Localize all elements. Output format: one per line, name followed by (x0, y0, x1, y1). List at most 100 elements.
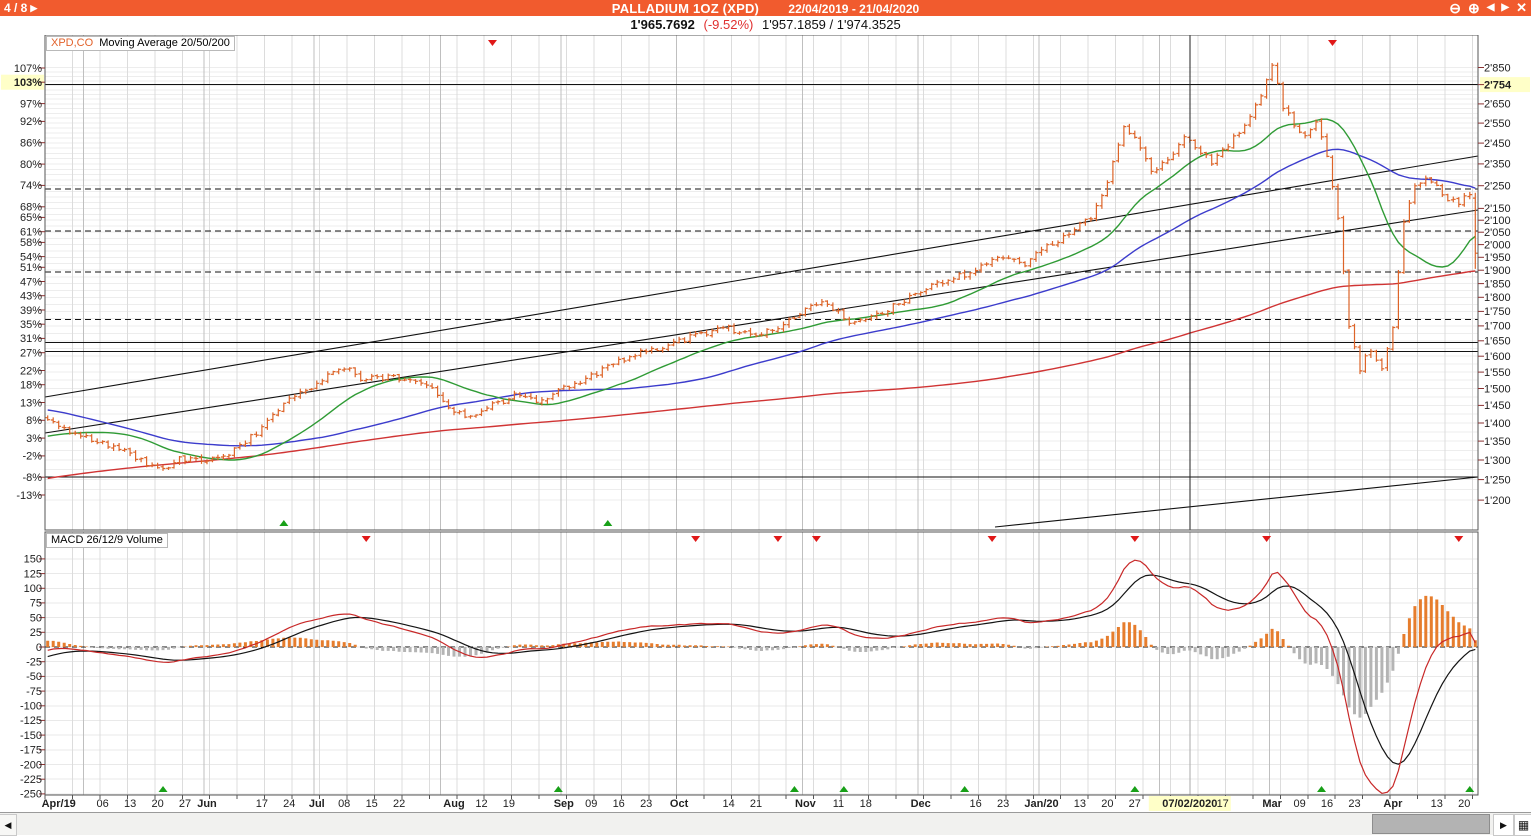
svg-text:3%: 3% (26, 433, 42, 445)
sell-arrow-icon (362, 536, 371, 542)
bid-ask: 1'957.1859 / 1'974.3525 (762, 17, 901, 32)
svg-text:09: 09 (585, 798, 597, 810)
svg-text:25: 25 (30, 627, 42, 639)
svg-text:18: 18 (860, 798, 872, 810)
svg-text:-175: -175 (20, 745, 42, 757)
svg-text:15: 15 (366, 798, 378, 810)
chart-canvas: 107%103%97%92%86%80%74%68%65%61%58%54%51… (0, 0, 1531, 834)
ma20-line (48, 119, 1476, 460)
svg-text:Mar: Mar (1262, 798, 1282, 810)
sell-arrow-icon (773, 536, 782, 542)
ohlc-bars (45, 63, 1477, 471)
svg-text:23: 23 (1348, 798, 1360, 810)
sell-arrow-icon (488, 40, 497, 46)
svg-text:74%: 74% (20, 180, 42, 192)
svg-text:-150: -150 (20, 730, 42, 742)
svg-text:1'950: 1'950 (1484, 252, 1511, 264)
buy-arrow-icon (603, 520, 612, 526)
svg-text:16: 16 (613, 798, 625, 810)
svg-text:1'200: 1'200 (1484, 495, 1511, 507)
svg-text:-250: -250 (20, 789, 42, 801)
title-bar: 4 / 8 ▶ PALLADIUM 1OZ (XPD) 22/04/2019 -… (0, 0, 1531, 16)
svg-text:2'650: 2'650 (1484, 99, 1511, 111)
svg-text:-200: -200 (20, 759, 42, 771)
svg-text:125: 125 (24, 568, 42, 580)
volume-up-bars (48, 596, 1476, 647)
svg-text:2'250: 2'250 (1484, 181, 1511, 193)
svg-text:-100: -100 (20, 701, 42, 713)
macd-label: MACD 26/12/9 Volume (51, 534, 163, 546)
scrollbar-menu-button[interactable]: ▦ (1514, 814, 1531, 836)
svg-text:1'600: 1'600 (1484, 351, 1511, 363)
svg-text:19: 19 (503, 798, 515, 810)
svg-text:8%: 8% (26, 415, 42, 427)
svg-text:1'800: 1'800 (1484, 292, 1511, 304)
svg-text:14: 14 (722, 798, 734, 810)
svg-text:Jun: Jun (197, 798, 217, 810)
svg-text:2'450: 2'450 (1484, 138, 1511, 150)
svg-text:2'350: 2'350 (1484, 159, 1511, 171)
svg-text:18%: 18% (20, 380, 42, 392)
x-axis-labels: Apr/1906132027Jun1724Jul081522Aug1219Sep… (42, 795, 1473, 811)
svg-text:22%: 22% (20, 365, 42, 377)
chart-title-block: PALLADIUM 1OZ (XPD) 22/04/2019 - 21/04/2… (0, 1, 1531, 16)
svg-text:Aug: Aug (443, 798, 464, 810)
svg-text:150: 150 (24, 554, 42, 566)
svg-text:1'450: 1'450 (1484, 400, 1511, 412)
svg-text:-225: -225 (20, 774, 42, 786)
svg-text:12: 12 (475, 798, 487, 810)
svg-text:2'050: 2'050 (1484, 227, 1511, 239)
svg-text:31%: 31% (20, 333, 42, 345)
svg-text:1'550: 1'550 (1484, 367, 1511, 379)
svg-text:35%: 35% (20, 319, 42, 331)
svg-text:2'550: 2'550 (1484, 118, 1511, 130)
svg-text:80%: 80% (20, 159, 42, 171)
price-change-percent: (-9.52%) (703, 17, 753, 32)
sell-arrow-icon (691, 536, 700, 542)
svg-text:50: 50 (30, 612, 42, 624)
buy-arrow-icon (159, 786, 168, 792)
main-chart-legend: XPD,COMoving Average 20/50/200 (46, 36, 235, 51)
date-range: 22/04/2019 - 21/04/2020 (788, 2, 919, 16)
svg-text:2'100: 2'100 (1484, 215, 1511, 227)
svg-text:2'150: 2'150 (1484, 203, 1511, 215)
scrollbar-thumb[interactable] (1372, 814, 1490, 834)
svg-text:20: 20 (1458, 798, 1470, 810)
svg-text:27%: 27% (20, 348, 42, 360)
signal-markers (104, 40, 1475, 792)
svg-text:13: 13 (124, 798, 136, 810)
svg-text:1'750: 1'750 (1484, 306, 1511, 318)
svg-text:20: 20 (151, 798, 163, 810)
sell-arrow-icon (988, 536, 997, 542)
scrollbar-left-button[interactable]: ◀ (0, 814, 17, 836)
svg-text:-25: -25 (26, 657, 42, 669)
svg-text:97%: 97% (20, 98, 42, 110)
horizontal-scrollbar[interactable]: ◀ ▶ ▦ (0, 812, 1531, 835)
left-arrow-icon: ◀ (5, 820, 12, 831)
svg-text:07/02/2020: 07/02/2020 (1162, 798, 1217, 810)
svg-text:11: 11 (833, 798, 844, 810)
right-arrow-icon: ▶ (1500, 820, 1507, 831)
svg-text:08: 08 (338, 798, 350, 810)
sell-arrow-icon (1130, 536, 1139, 542)
svg-text:1'850: 1'850 (1484, 278, 1511, 290)
svg-text:27: 27 (1129, 798, 1141, 810)
svg-text:13%: 13% (20, 397, 42, 409)
svg-text:100: 100 (24, 583, 42, 595)
svg-text:17: 17 (256, 798, 268, 810)
svg-text:Sep: Sep (554, 798, 574, 810)
svg-text:1'250: 1'250 (1484, 474, 1511, 486)
svg-text:20: 20 (1101, 798, 1113, 810)
svg-text:1'400: 1'400 (1484, 418, 1511, 430)
buy-arrow-icon (1130, 786, 1139, 792)
scrollbar-right-button[interactable]: ▶ (1493, 814, 1514, 836)
svg-text:09: 09 (1293, 798, 1305, 810)
svg-text:24: 24 (283, 798, 295, 810)
svg-text:21: 21 (750, 798, 762, 810)
svg-text:0: 0 (36, 642, 42, 654)
svg-text:86%: 86% (20, 138, 42, 150)
svg-text:-75: -75 (26, 686, 42, 698)
svg-text:43%: 43% (20, 291, 42, 303)
indicator-label: Moving Average 20/50/200 (99, 37, 230, 49)
svg-text:1'900: 1'900 (1484, 265, 1511, 277)
